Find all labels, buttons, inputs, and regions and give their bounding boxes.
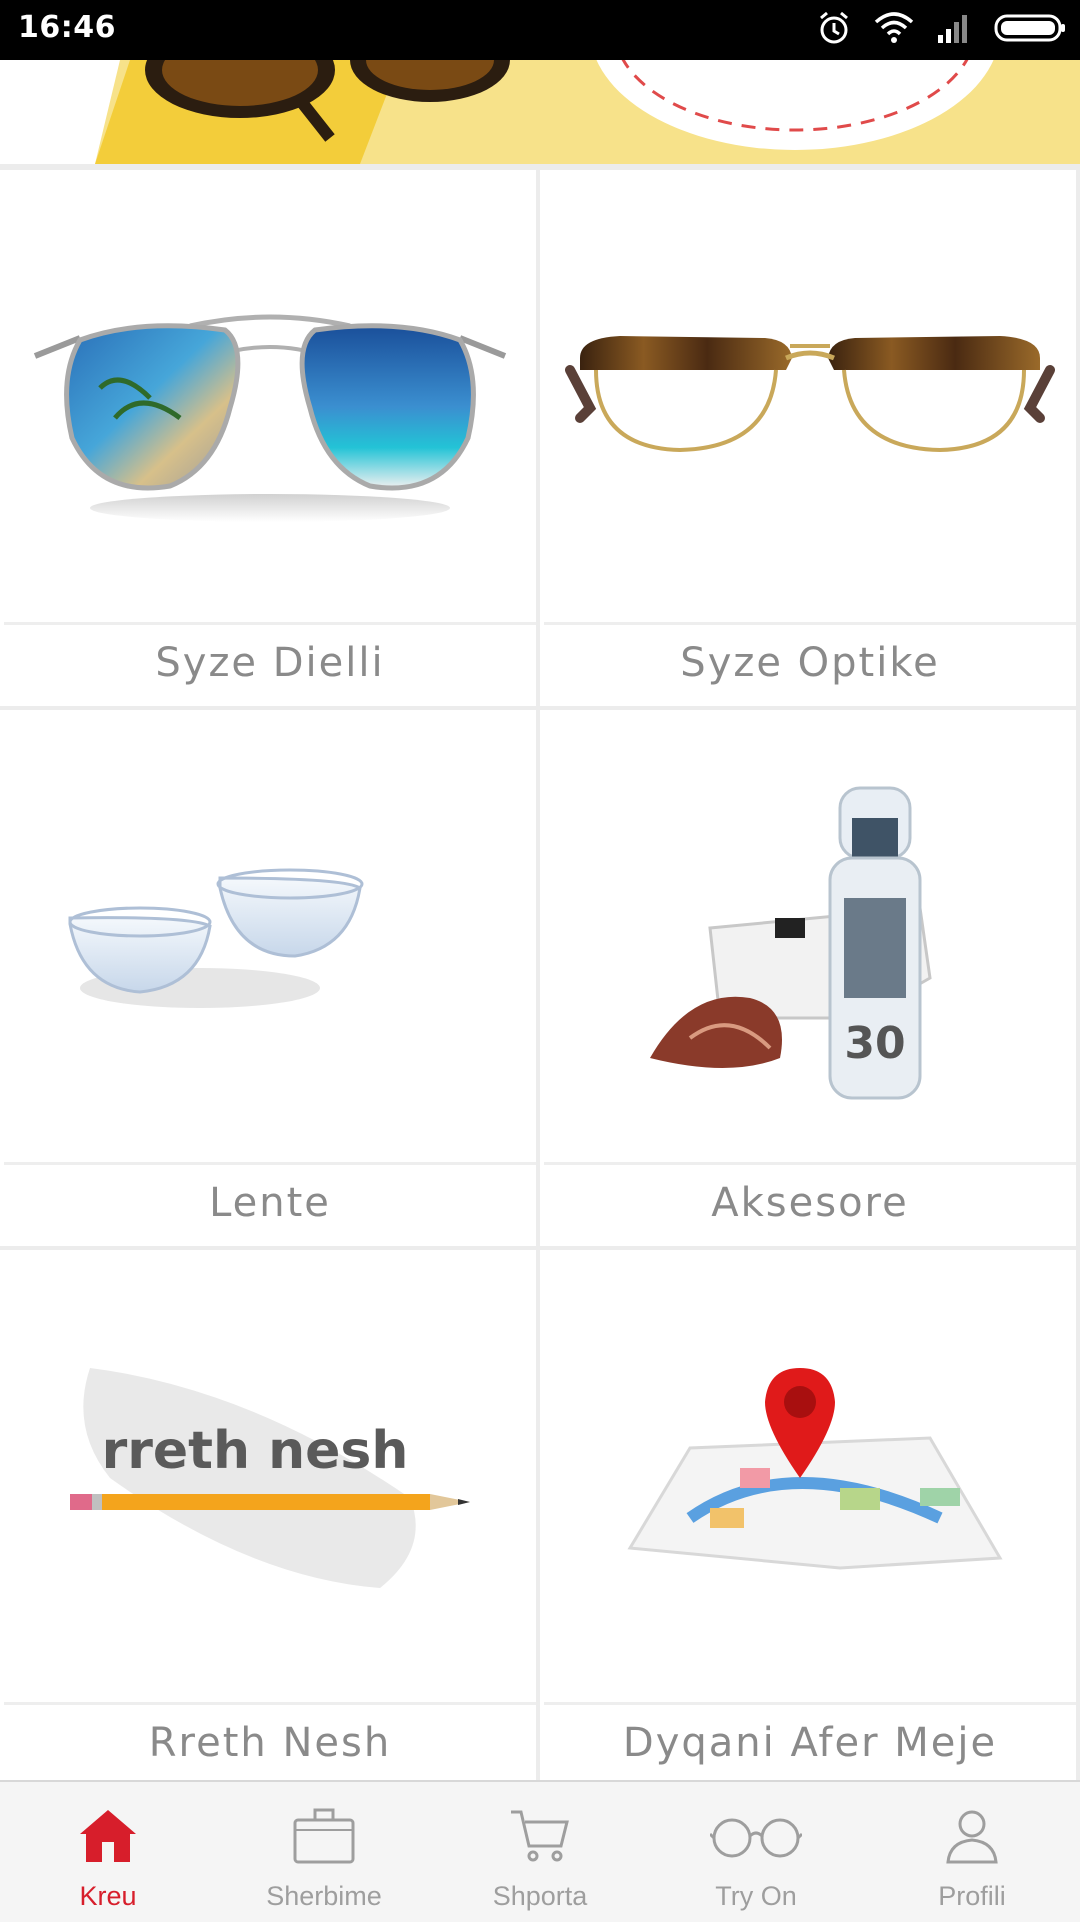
cart-icon	[509, 1808, 571, 1869]
tile-syze-optike[interactable]: Syze Optike	[540, 170, 1076, 706]
nav-item-sherbime[interactable]: Sherbime	[216, 1782, 432, 1922]
tile-label: Syze Optike	[680, 640, 940, 686]
tile-label-wrap: Dyqani Afer Meje	[544, 1702, 1076, 1781]
tile-label-wrap: Syze Dielli	[4, 622, 536, 701]
alarm-icon	[816, 10, 852, 51]
promo-banner-carousel[interactable]	[0, 60, 1080, 164]
status-bar: 16:46	[0, 0, 1080, 60]
battery-icon	[994, 13, 1066, 48]
glasses-icon	[708, 1808, 804, 1869]
signal-icon	[936, 13, 972, 48]
svg-text:30: 30	[844, 1018, 905, 1069]
bottom-navigation: Kreu Sherbime Shporta Try On Profili	[0, 1780, 1080, 1922]
nav-label: Sherbime	[266, 1881, 382, 1911]
tile-syze-dielli[interactable]: Syze Dielli	[0, 170, 536, 706]
tile-label-wrap: Rreth Nesh	[4, 1702, 536, 1781]
nav-label: Profili	[938, 1881, 1006, 1911]
aviator-sunglasses-image	[4, 174, 536, 622]
about-us-image: rreth nesh	[4, 1254, 536, 1702]
tile-lente[interactable]: Lente	[0, 710, 536, 1246]
nav-item-shporta[interactable]: Shporta	[432, 1782, 648, 1922]
tile-rreth-nesh[interactable]: rreth nesh Rreth Nesh	[0, 1250, 536, 1781]
nav-label: Kreu	[79, 1881, 137, 1911]
about-us-image-text: rreth nesh	[102, 1421, 409, 1481]
tile-label-wrap: Lente	[4, 1162, 536, 1241]
tile-label: Aksesore	[711, 1180, 909, 1226]
briefcase-icon	[293, 1808, 355, 1869]
accessories-image: 30	[544, 714, 1076, 1162]
tile-label: Dyqani Afer Meje	[622, 1720, 998, 1766]
tile-label-wrap: Syze Optike	[544, 622, 1076, 701]
contact-lenses-image	[4, 714, 536, 1162]
nav-label: Shporta	[492, 1881, 588, 1911]
nav-item-try-on[interactable]: Try On	[648, 1782, 864, 1922]
tile-aksesore[interactable]: 30 Aksesore	[540, 710, 1076, 1246]
store-map-image	[544, 1254, 1076, 1702]
nav-item-kreu[interactable]: Kreu	[0, 1782, 216, 1922]
user-icon	[942, 1808, 1002, 1869]
tile-dyqani-afer-meje[interactable]: Dyqani Afer Meje	[540, 1250, 1076, 1781]
status-time: 16:46	[18, 10, 116, 45]
tile-label: Lente	[209, 1180, 331, 1226]
tile-label: Syze Dielli	[155, 640, 385, 686]
optical-glasses-image	[544, 174, 1076, 622]
tile-label-wrap: Aksesore	[544, 1162, 1076, 1241]
nav-label: Try On	[715, 1881, 797, 1911]
home-icon	[78, 1808, 138, 1869]
wifi-icon	[874, 11, 914, 49]
status-icons	[816, 10, 1066, 51]
nav-item-profili[interactable]: Profili	[864, 1782, 1080, 1922]
tile-label: Rreth Nesh	[148, 1720, 392, 1766]
